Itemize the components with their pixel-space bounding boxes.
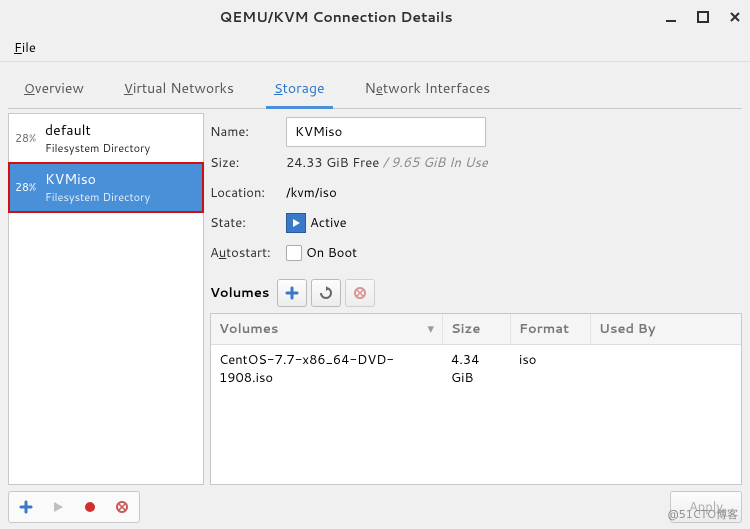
pool-type: Filesystem Directory <box>45 189 197 205</box>
apply-button[interactable]: Apply <box>670 491 742 523</box>
delete-volume-button[interactable] <box>345 279 375 307</box>
tab-storage[interactable]: Storage <box>270 70 329 108</box>
name-label: Name: <box>210 123 286 141</box>
col-size[interactable]: Size <box>443 314 511 344</box>
autostart-value: On Boot <box>306 244 357 262</box>
col-volumes[interactable]: Volumes▾ <box>211 314 443 344</box>
volume-size: 4.34 GiB <box>443 345 511 393</box>
pool-toolbar <box>8 491 140 523</box>
autostart-checkbox[interactable] <box>286 245 302 261</box>
tab-network-interfaces[interactable]: Network Interfaces <box>361 70 495 108</box>
location-value: /kvm/iso <box>286 184 337 202</box>
autostart-label: Autostart: <box>210 244 286 262</box>
volume-name: CentOS-7.7-x86_64-DVD-1908.iso <box>211 345 443 393</box>
storage-details: Name: Size: 24.33 GiB Free / 9.65 GiB In… <box>210 113 742 485</box>
volumes-table: Volumes▾ Size Format Used By CentOS-7.7-… <box>210 313 742 485</box>
window-controls <box>664 10 742 24</box>
col-format[interactable]: Format <box>511 314 591 344</box>
minimize-button[interactable] <box>664 10 678 24</box>
table-row[interactable]: CentOS-7.7-x86_64-DVD-1908.iso 4.34 GiB … <box>211 345 741 393</box>
volumes-label: Volumes <box>210 284 269 302</box>
location-label: Location: <box>210 184 286 202</box>
pool-item-default[interactable]: 28% default Filesystem Directory <box>9 114 203 163</box>
add-volume-button[interactable] <box>277 279 307 307</box>
tab-overview[interactable]: Overview <box>20 70 88 108</box>
play-icon <box>286 213 306 233</box>
name-input[interactable] <box>286 117 486 147</box>
pool-name: KVMiso <box>45 169 197 189</box>
close-button[interactable] <box>728 10 742 24</box>
volume-usedby <box>591 345 741 393</box>
table-header: Volumes▾ Size Format Used By <box>211 314 741 345</box>
tab-bar: Overview Virtual Networks Storage Networ… <box>8 70 742 109</box>
pool-percent: 28% <box>15 120 45 156</box>
state-label: State: <box>210 214 286 232</box>
menubar: File <box>0 34 750 62</box>
refresh-volume-button[interactable] <box>311 279 341 307</box>
tab-virtual-networks[interactable]: Virtual Networks <box>120 70 238 108</box>
size-label: Size: <box>210 154 286 172</box>
menu-file[interactable]: File <box>8 37 42 59</box>
start-pool-button[interactable] <box>44 495 72 519</box>
storage-pool-list: 28% default Filesystem Directory 28% KVM… <box>8 113 204 485</box>
titlebar: QEMU/KVM Connection Details <box>0 0 750 34</box>
window-title: QEMU/KVM Connection Details <box>8 7 664 27</box>
delete-pool-button[interactable] <box>108 495 136 519</box>
pool-name: default <box>45 120 197 140</box>
pool-type: Filesystem Directory <box>45 140 197 156</box>
volume-format: iso <box>511 345 591 393</box>
state-value: Active <box>310 214 347 232</box>
stop-pool-button[interactable] <box>76 495 104 519</box>
pool-item-kvmiso[interactable]: 28% KVMiso Filesystem Directory <box>9 163 203 212</box>
sort-arrow-icon: ▾ <box>427 320 434 338</box>
maximize-button[interactable] <box>696 10 710 24</box>
size-value: 24.33 GiB Free / 9.65 GiB In Use <box>286 154 488 172</box>
pool-percent: 28% <box>15 169 45 205</box>
col-usedby[interactable]: Used By <box>591 314 741 344</box>
add-pool-button[interactable] <box>12 495 40 519</box>
